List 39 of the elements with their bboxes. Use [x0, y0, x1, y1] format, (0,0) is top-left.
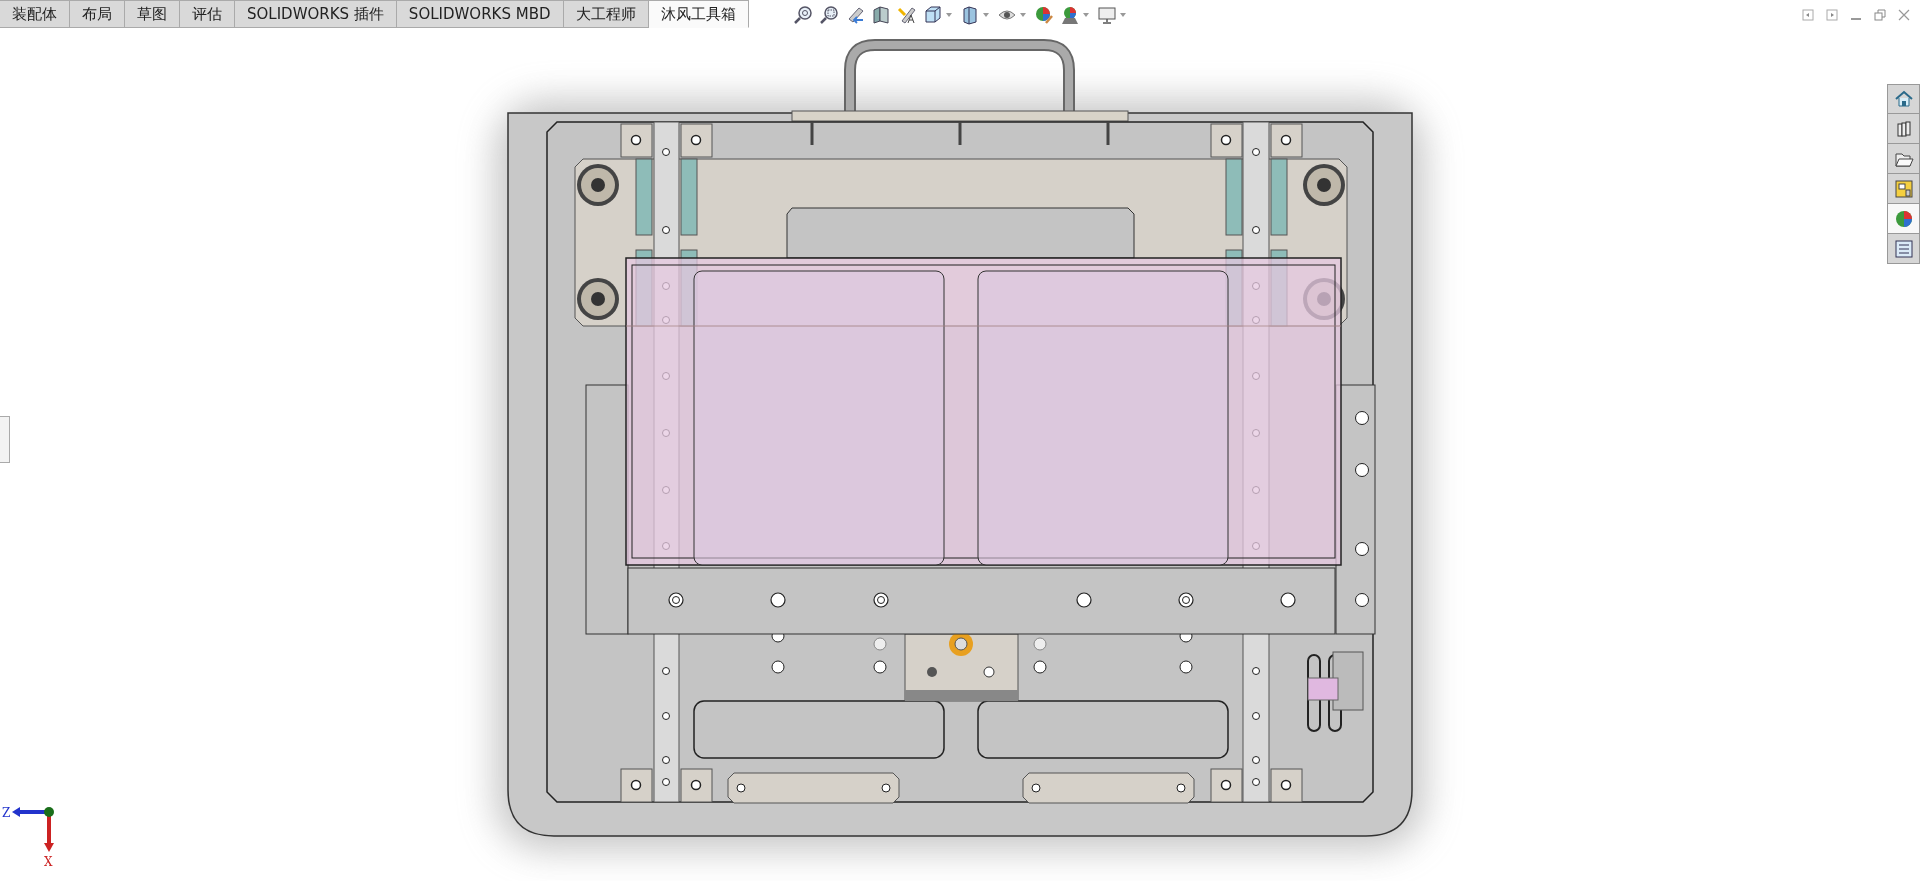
ribbon-tab[interactable]: 草图 [125, 0, 180, 28]
caret-icon[interactable] [1019, 13, 1026, 17]
section-icon[interactable] [870, 5, 891, 25]
axis-triad-drawing [12, 807, 54, 852]
tile-right-icon[interactable] [1826, 9, 1838, 21]
ribbon-tab[interactable]: 布局 [70, 0, 125, 28]
zoom-area-icon[interactable] [818, 5, 839, 25]
ribbon-tab[interactable]: 评估 [180, 0, 235, 28]
appearance-icon[interactable] [1033, 5, 1054, 25]
ribbon-tab[interactable]: 沐风工具箱 [648, 0, 749, 28]
restore-icon[interactable] [1874, 9, 1886, 21]
orientation-icon[interactable] [922, 5, 943, 25]
home-tab[interactable] [1887, 84, 1920, 114]
properties-tab[interactable] [1887, 234, 1920, 264]
palette-icon [1893, 178, 1914, 199]
ribbon-tab[interactable]: SOLIDWORKS 插件 [235, 0, 397, 28]
ribbon-tab[interactable]: SOLIDWORKS MBD [396, 0, 564, 28]
caret-icon[interactable] [1119, 13, 1126, 17]
folder-tab[interactable] [1887, 144, 1920, 174]
caret-icon[interactable] [1082, 13, 1089, 17]
panel-toggle-handle[interactable] [0, 416, 10, 463]
ribbon-tab[interactable]: 大工程师 [563, 0, 649, 28]
ribbon-tab[interactable]: 装配体 [0, 0, 70, 28]
home-icon [1893, 89, 1914, 109]
tile-left-icon[interactable] [1802, 9, 1814, 21]
close-icon[interactable] [1898, 9, 1910, 21]
axis-label: Z [2, 806, 11, 820]
scene-icon[interactable] [1059, 5, 1080, 25]
monitor-icon[interactable] [1096, 5, 1117, 25]
parts-tab[interactable] [1887, 114, 1920, 144]
appearance-tab[interactable] [1887, 204, 1920, 234]
palette-tab[interactable] [1887, 174, 1920, 204]
zoom-fit-icon[interactable] [792, 5, 813, 25]
caret-icon[interactable] [982, 13, 989, 17]
caret-icon[interactable] [945, 13, 952, 17]
appearance-icon [1893, 208, 1914, 229]
axis-label: X [44, 855, 53, 869]
properties-icon [1893, 238, 1914, 259]
annotation-icon[interactable] [896, 5, 917, 25]
